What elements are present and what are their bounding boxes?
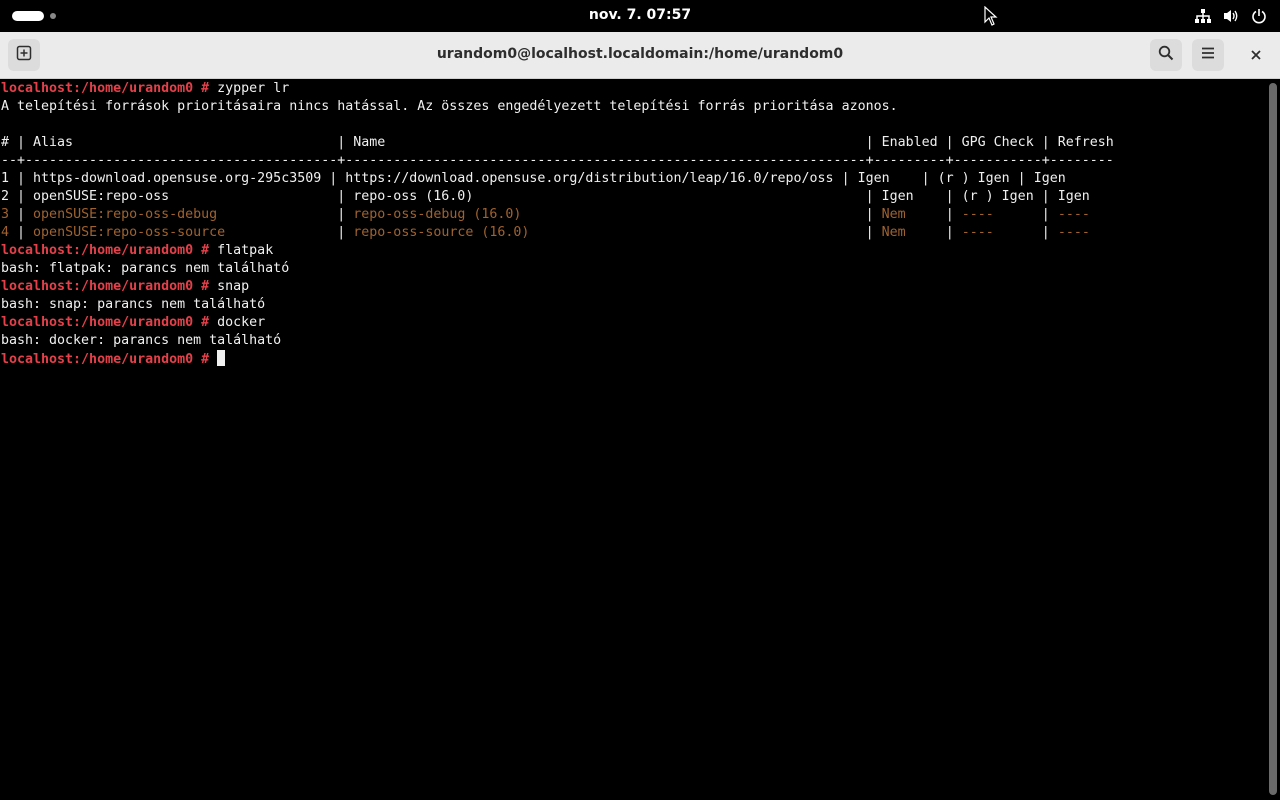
window-title: urandom0@localhost.localdomain:/home/ura… xyxy=(436,46,844,62)
table-separator: | xyxy=(1033,225,1058,240)
table-separator: | xyxy=(937,207,962,222)
close-window-button[interactable] xyxy=(1240,39,1272,71)
search-icon xyxy=(1158,45,1174,65)
main-menu-button[interactable] xyxy=(1192,39,1224,71)
table-separator: | xyxy=(9,225,34,240)
shell-prompt: localhost:/home/urandom0 # xyxy=(1,315,218,330)
search-button[interactable] xyxy=(1150,39,1182,71)
table-separator: | xyxy=(857,225,882,240)
shell-prompt: localhost:/home/urandom0 # xyxy=(1,352,218,367)
prompt-line: localhost:/home/urandom0 # xyxy=(1,350,1266,368)
table-cell: Nem xyxy=(881,207,938,222)
shell-prompt: localhost:/home/urandom0 # xyxy=(1,279,218,294)
table-separator: | xyxy=(937,225,962,240)
output-line: 2 | openSUSE:repo-oss | repo-oss (16.0) … xyxy=(1,189,1090,204)
command-text: zypper lr xyxy=(217,81,290,96)
table-separator: | xyxy=(1033,207,1058,222)
scrollbar-thumb[interactable] xyxy=(1269,83,1277,795)
shell-prompt: localhost:/home/urandom0 # xyxy=(1,243,218,258)
repo-row-disabled: 3 | openSUSE:repo-oss-debug | repo-oss-d… xyxy=(1,206,1266,224)
table-cell: 4 xyxy=(1,225,10,240)
close-icon xyxy=(1250,46,1262,65)
output-line: bash: snap: parancs nem található xyxy=(1,297,266,312)
command-text: flatpak xyxy=(217,243,274,258)
command-text: snap xyxy=(217,279,250,294)
table-cell: ---- xyxy=(961,225,1034,240)
prompt-line: localhost:/home/urandom0 # docker xyxy=(1,314,1266,332)
output-line: A telepítési források prioritásaira ninc… xyxy=(1,99,898,114)
text-cursor xyxy=(217,350,226,366)
prompt-line: localhost:/home/urandom0 # zypper lr xyxy=(1,80,1266,98)
table-separator: | xyxy=(329,207,354,222)
power-icon xyxy=(1250,7,1268,25)
table-cell: repo-oss-debug (16.0) xyxy=(353,207,858,222)
table-cell: openSUSE:repo-oss-source xyxy=(33,225,330,240)
table-separator: | xyxy=(9,207,34,222)
output-line: 1 | https-download.opensuse.org-295c3509… xyxy=(1,171,1066,186)
table-separator: | xyxy=(329,225,354,240)
clock[interactable]: nov. 7. 07:57 xyxy=(0,7,1280,23)
output-line: # | Alias | Name | Enabled | GPG Check |… xyxy=(1,135,1114,150)
system-status-area[interactable] xyxy=(1194,7,1268,25)
table-cell: ---- xyxy=(1057,225,1090,240)
output-line: bash: flatpak: parancs nem található xyxy=(1,261,290,276)
table-cell: 3 xyxy=(1,207,10,222)
network-icon xyxy=(1194,7,1212,25)
table-cell: repo-oss-source (16.0) xyxy=(353,225,858,240)
table-separator: | xyxy=(857,207,882,222)
output-line: bash: docker: parancs nem található xyxy=(1,333,282,348)
shell-prompt: localhost:/home/urandom0 # xyxy=(1,81,218,96)
terminal-output[interactable]: localhost:/home/urandom0 # zypper lr A te… xyxy=(0,79,1266,800)
table-cell: openSUSE:repo-oss-debug xyxy=(33,207,330,222)
command-text: docker xyxy=(217,315,266,330)
prompt-line: localhost:/home/urandom0 # flatpak xyxy=(1,242,1266,260)
terminal-scrollbar[interactable] xyxy=(1266,79,1280,800)
mouse-pointer-icon xyxy=(984,5,998,30)
table-cell: Nem xyxy=(881,225,938,240)
repo-row-disabled: 4 | openSUSE:repo-oss-source | repo-oss-… xyxy=(1,224,1266,242)
table-cell: ---- xyxy=(961,207,1034,222)
output-line: --+-------------------------------------… xyxy=(1,153,1114,168)
volume-icon xyxy=(1222,7,1240,25)
top-bar: nov. 7. 07:57 xyxy=(0,0,1280,32)
window-headerbar: urandom0@localhost.localdomain:/home/ura… xyxy=(0,32,1280,79)
table-cell: ---- xyxy=(1057,207,1090,222)
prompt-line: localhost:/home/urandom0 # snap xyxy=(1,278,1266,296)
menu-icon xyxy=(1200,45,1216,65)
